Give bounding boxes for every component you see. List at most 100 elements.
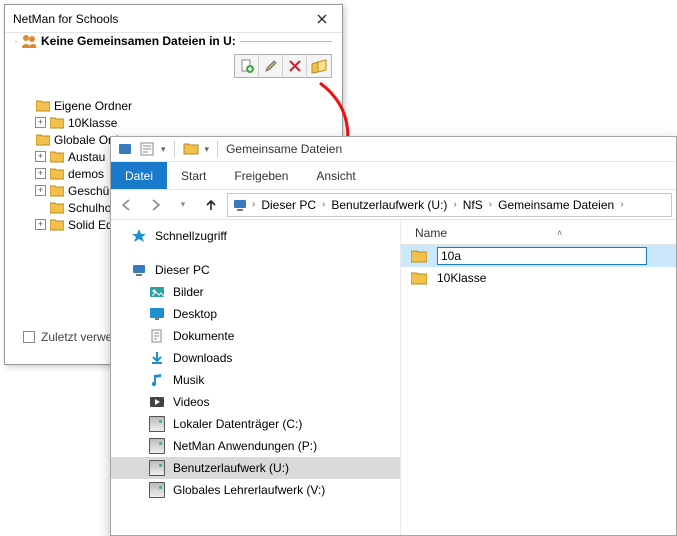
- tree-label: 10Klasse: [68, 116, 117, 130]
- nav-videos[interactable]: Videos: [111, 391, 400, 413]
- tool-edit-button[interactable]: [259, 55, 283, 77]
- nav-desktop[interactable]: Desktop: [111, 303, 400, 325]
- nav-dokumente[interactable]: Dokumente: [111, 325, 400, 347]
- tree-label: Eigene Ordner: [54, 99, 132, 113]
- pictures-icon: [149, 284, 165, 300]
- tool-add-button[interactable]: [235, 55, 259, 77]
- drive-icon: [149, 482, 165, 498]
- list-item[interactable]: [401, 245, 676, 267]
- close-icon: [317, 14, 327, 24]
- tab-ansicht[interactable]: Ansicht: [302, 162, 369, 189]
- app-icon: [117, 141, 133, 157]
- chevron-right-icon[interactable]: ›: [451, 199, 458, 210]
- window-title: NetMan for Schools: [13, 12, 302, 26]
- nav-drive-u[interactable]: Benutzerlaufwerk (U:): [111, 457, 400, 479]
- titlebar: NetMan for Schools: [5, 5, 342, 33]
- nav-recent-button[interactable]: ▾: [171, 193, 195, 217]
- file-name: 10Klasse: [437, 271, 486, 285]
- ribbon-tabs: Datei Start Freigeben Ansicht: [111, 162, 676, 190]
- arrow-left-icon: [120, 198, 134, 212]
- list-item[interactable]: 10Klasse: [401, 267, 676, 289]
- drive-icon: [149, 416, 165, 432]
- address-bar[interactable]: › Dieser PC › Benutzerlaufwerk (U:) › Nf…: [227, 193, 672, 217]
- chevron-right-icon[interactable]: ›: [487, 199, 494, 210]
- nav-label: Desktop: [173, 307, 217, 321]
- zuletzt-row: Zuletzt verwe: [23, 330, 112, 344]
- tab-datei[interactable]: Datei: [111, 162, 167, 189]
- chevron-right-icon[interactable]: ›: [320, 199, 327, 210]
- star-icon: [131, 228, 147, 244]
- close-button[interactable]: [302, 5, 342, 33]
- nav-musik[interactable]: Musik: [111, 369, 400, 391]
- pc-icon: [232, 197, 248, 213]
- crumb-drive-u[interactable]: Benutzerlaufwerk (U:): [329, 198, 449, 212]
- nav-label: Dieser PC: [155, 263, 210, 277]
- nav-up-button[interactable]: [199, 193, 223, 217]
- quick-access-toolbar: ▾ ▾ Gemeinsame Dateien: [111, 137, 676, 162]
- group-label: Keine Gemeinsamen Dateien in U:: [17, 33, 240, 49]
- add-file-icon: [239, 58, 255, 74]
- nav-label: Musik: [173, 373, 204, 387]
- column-header-name[interactable]: Name ˄: [401, 221, 676, 245]
- nav-label: Benutzerlaufwerk (U:): [173, 461, 289, 475]
- expander-icon[interactable]: +: [35, 219, 46, 230]
- groupbox: Keine Gemeinsamen Dateien in U:: [15, 41, 332, 94]
- tree-label: demos: [68, 167, 104, 181]
- folder-icon: [50, 202, 64, 214]
- zuletzt-checkbox[interactable]: [23, 331, 35, 343]
- sort-indicator-icon: ˄: [557, 228, 562, 238]
- nav-label: Bilder: [173, 285, 204, 299]
- folder-icon: [50, 117, 64, 129]
- tree-label: Austau: [68, 150, 105, 164]
- chevron-right-icon[interactable]: ›: [250, 199, 257, 210]
- drive-icon: [149, 438, 165, 454]
- tree-item-10klasse[interactable]: + 10Klasse: [21, 114, 326, 131]
- arrow-right-icon: [148, 198, 162, 212]
- expander-icon[interactable]: +: [35, 117, 46, 128]
- users-icon: [21, 33, 37, 49]
- nav-bilder[interactable]: Bilder: [111, 281, 400, 303]
- group-label-text: Keine Gemeinsamen Dateien in U:: [41, 34, 236, 48]
- pencil-icon: [263, 58, 279, 74]
- pc-icon: [131, 262, 147, 278]
- tool-open-button[interactable]: [307, 55, 331, 77]
- expander-icon[interactable]: +: [35, 151, 46, 162]
- nav-label: NetMan Anwendungen (P:): [173, 439, 317, 453]
- crumb-dieser-pc[interactable]: Dieser PC: [259, 198, 318, 212]
- chevron-down-icon[interactable]: ▾: [205, 144, 210, 155]
- chevron-down-icon: ▾: [181, 199, 186, 210]
- qat-title: Gemeinsame Dateien: [226, 142, 342, 156]
- nav-dieser-pc[interactable]: Dieser PC: [111, 259, 400, 281]
- crumb-gemeinsame[interactable]: Gemeinsame Dateien: [496, 198, 616, 212]
- chevron-right-icon[interactable]: ›: [618, 199, 625, 210]
- nav-drive-v[interactable]: Globales Lehrerlaufwerk (V:): [111, 479, 400, 501]
- tool-delete-button[interactable]: [283, 55, 307, 77]
- folder-icon: [36, 100, 50, 112]
- folder-icon: [411, 271, 427, 285]
- rename-input[interactable]: [437, 247, 647, 265]
- nav-drive-p[interactable]: NetMan Anwendungen (P:): [111, 435, 400, 457]
- nav-pane: Schnellzugriff Dieser PC Bilder Desktop …: [111, 221, 401, 535]
- nav-label: Lokaler Datenträger (C:): [173, 417, 302, 431]
- downloads-icon: [149, 350, 165, 366]
- videos-icon: [149, 394, 165, 410]
- nav-forward-button[interactable]: [143, 193, 167, 217]
- content-pane: Name ˄ 10Klasse: [401, 221, 676, 535]
- tab-freigeben[interactable]: Freigeben: [220, 162, 302, 189]
- nav-schnellzugriff[interactable]: Schnellzugriff: [111, 225, 400, 247]
- nav-back-button[interactable]: [115, 193, 139, 217]
- chevron-down-icon[interactable]: ▾: [161, 144, 166, 155]
- tab-start[interactable]: Start: [167, 162, 220, 189]
- nav-downloads[interactable]: Downloads: [111, 347, 400, 369]
- tree-label: Schulho: [68, 201, 111, 215]
- nav-row: ▾ › Dieser PC › Benutzerlaufwerk (U:) › …: [111, 190, 676, 220]
- properties-icon[interactable]: [139, 141, 155, 157]
- nav-drive-c[interactable]: Lokaler Datenträger (C:): [111, 413, 400, 435]
- crumb-nfs[interactable]: NfS: [461, 198, 485, 212]
- folder-icon: [411, 249, 427, 263]
- expander-icon[interactable]: +: [35, 168, 46, 179]
- expander-icon[interactable]: +: [35, 185, 46, 196]
- open-external-icon: [311, 58, 327, 74]
- tree-item-eigene-ordner[interactable]: Eigene Ordner: [21, 97, 326, 114]
- folder-icon: [50, 151, 64, 163]
